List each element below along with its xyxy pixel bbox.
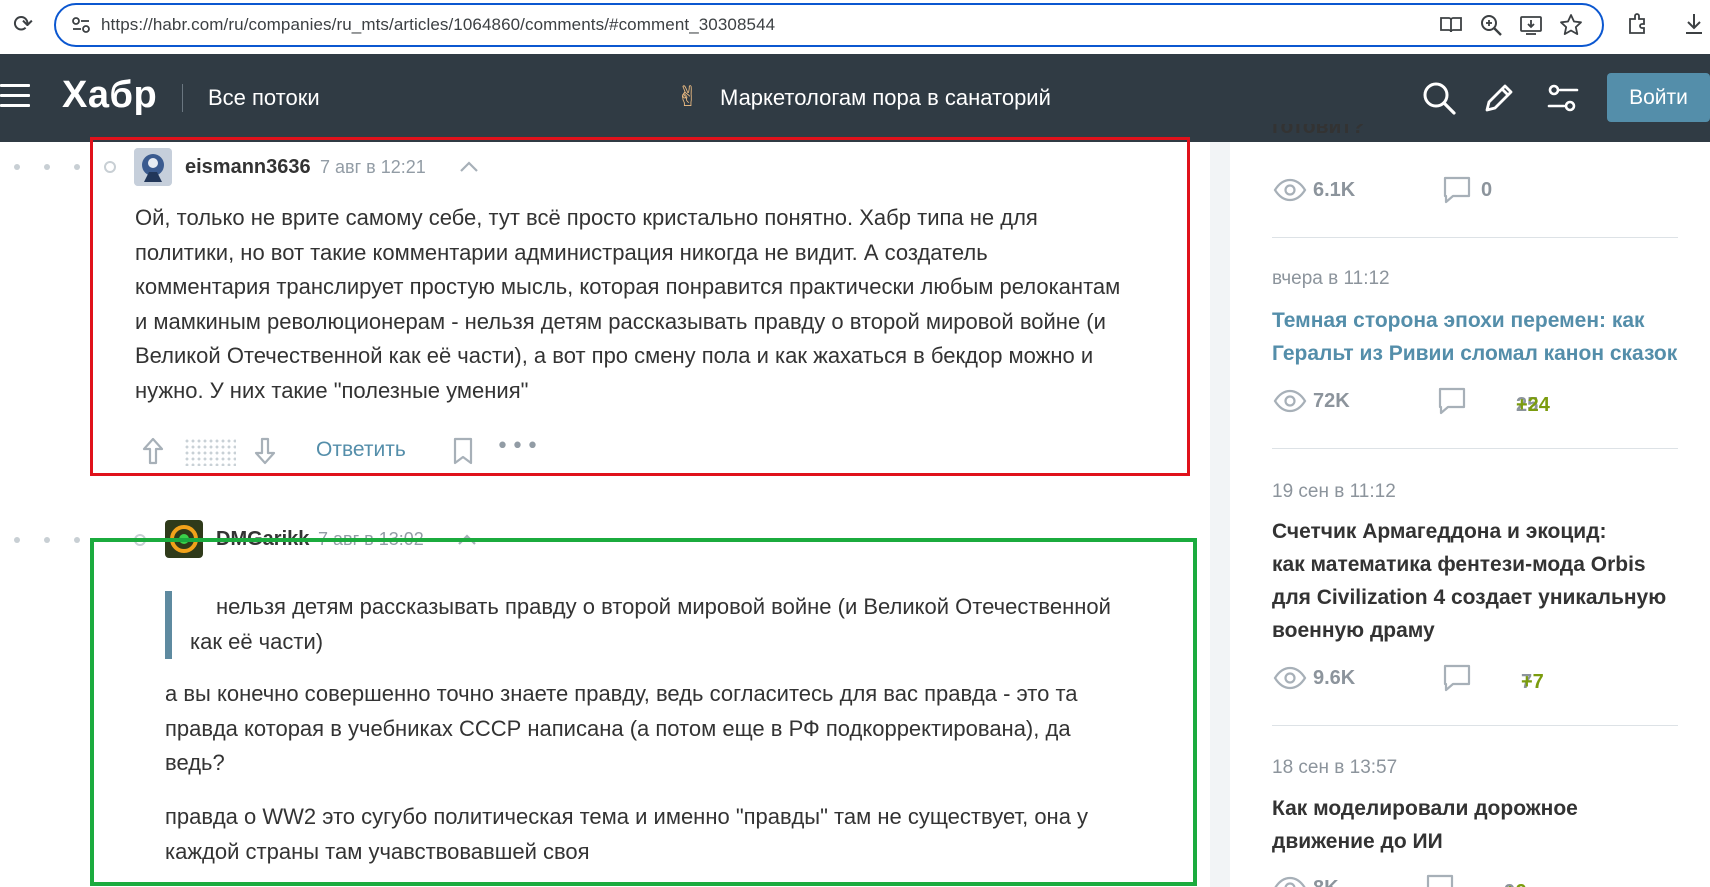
extensions-icon[interactable] (1625, 11, 1651, 37)
sidebar-title-line[interactable]: движение до ИИ (1272, 825, 1578, 858)
sidebar-divider (1272, 448, 1678, 449)
downloads-icon[interactable] (1681, 11, 1707, 37)
sidebar-title-line[interactable]: Геральт из Ривии сломал канон сказок (1272, 337, 1677, 370)
highlight-box-green (90, 538, 1197, 886)
page: ⟳ https://habr.com/ru/companies/ru_mts/a… (0, 0, 1710, 887)
sidebar-title-line[interactable]: военную драму (1272, 614, 1666, 647)
views-count: 6.1K (1313, 179, 1356, 201)
install-app-icon[interactable] (1518, 12, 1544, 38)
login-button[interactable]: Войти (1607, 73, 1710, 122)
reader-mode-icon[interactable] (1438, 12, 1464, 38)
comment-icon (1443, 664, 1471, 692)
sidebar-title-line[interactable]: как математика фентези-мода Orbis (1272, 548, 1666, 581)
settings-sliders-icon[interactable] (1545, 80, 1581, 116)
all-flows-link[interactable]: Все потоки (208, 85, 320, 111)
sidebar-divider (1272, 725, 1678, 726)
views-count: 8K (1313, 877, 1339, 887)
views-count: 9.6K (1313, 667, 1356, 689)
eye-icon (1274, 876, 1306, 887)
zoom-icon[interactable] (1478, 12, 1504, 38)
promo-link[interactable]: Маркетологам пора в санаторий (720, 85, 1051, 111)
sidebar-article-title[interactable]: Счетчик Армагеддона и экоцид: как матема… (1272, 515, 1666, 647)
menu-icon[interactable] (0, 84, 30, 108)
search-icon[interactable] (1421, 80, 1457, 116)
new-comments: +24 (1516, 394, 1550, 416)
comment-icon (1443, 176, 1471, 204)
site-logo[interactable]: Хабр (62, 74, 157, 117)
sidebar-article-title[interactable]: Как моделировали дорожное движение до ИИ (1272, 792, 1578, 858)
eye-icon (1273, 178, 1307, 202)
sidebar-article-date: 19 сен в 11:12 (1272, 481, 1396, 502)
new-comments: +7 (1521, 671, 1544, 693)
eye-icon (1273, 389, 1307, 413)
sidebar-title-line[interactable]: Счетчик Армагеддона и экоцид: (1272, 515, 1666, 548)
url-text[interactable]: https://habr.com/ru/companies/ru_mts/art… (101, 15, 775, 35)
site-settings-icon[interactable] (70, 14, 92, 36)
comment-icon (1438, 387, 1466, 415)
sidebar-article-title[interactable]: Темная сторона эпохи перемен: как Гераль… (1272, 304, 1677, 370)
header-divider (182, 84, 183, 112)
sidebar-title-line[interactable]: Темная сторона эпохи перемен: как (1272, 304, 1677, 337)
sidebar-article-date: вчера в 11:12 (1272, 268, 1390, 289)
comments-count: 0 (1481, 179, 1493, 201)
new-comments: +9 (1504, 881, 1527, 887)
sidebar-title-line[interactable]: для Civilization 4 создает уникальную (1272, 581, 1666, 614)
site-header: Хабр Все потоки ✌ Маркетологам пора в са… (0, 54, 1710, 142)
sidebar-article-date: 18 сен в 13:57 (1272, 757, 1398, 778)
comment-icon (1426, 874, 1454, 887)
eye-icon (1273, 666, 1307, 690)
pencil-icon[interactable] (1481, 80, 1517, 116)
sidebar-title-line[interactable]: Как моделировали дорожное (1272, 792, 1578, 825)
sidebar-divider (1272, 237, 1678, 238)
bookmark-star-icon[interactable] (1558, 12, 1584, 38)
highlight-box-red (90, 137, 1190, 476)
browser-toolbar: ⟳ https://habr.com/ru/companies/ru_mts/a… (0, 0, 1710, 54)
views-count: 72K (1313, 390, 1350, 412)
sidebar-article-title[interactable]: готовит? (1272, 124, 1365, 144)
victory-hand-icon: ✌ (676, 80, 700, 113)
sidebar-title-line[interactable]: готовит? (1272, 124, 1365, 143)
reload-icon[interactable]: ⟳ (10, 11, 36, 37)
address-bar[interactable]: https://habr.com/ru/companies/ru_mts/art… (54, 3, 1604, 47)
